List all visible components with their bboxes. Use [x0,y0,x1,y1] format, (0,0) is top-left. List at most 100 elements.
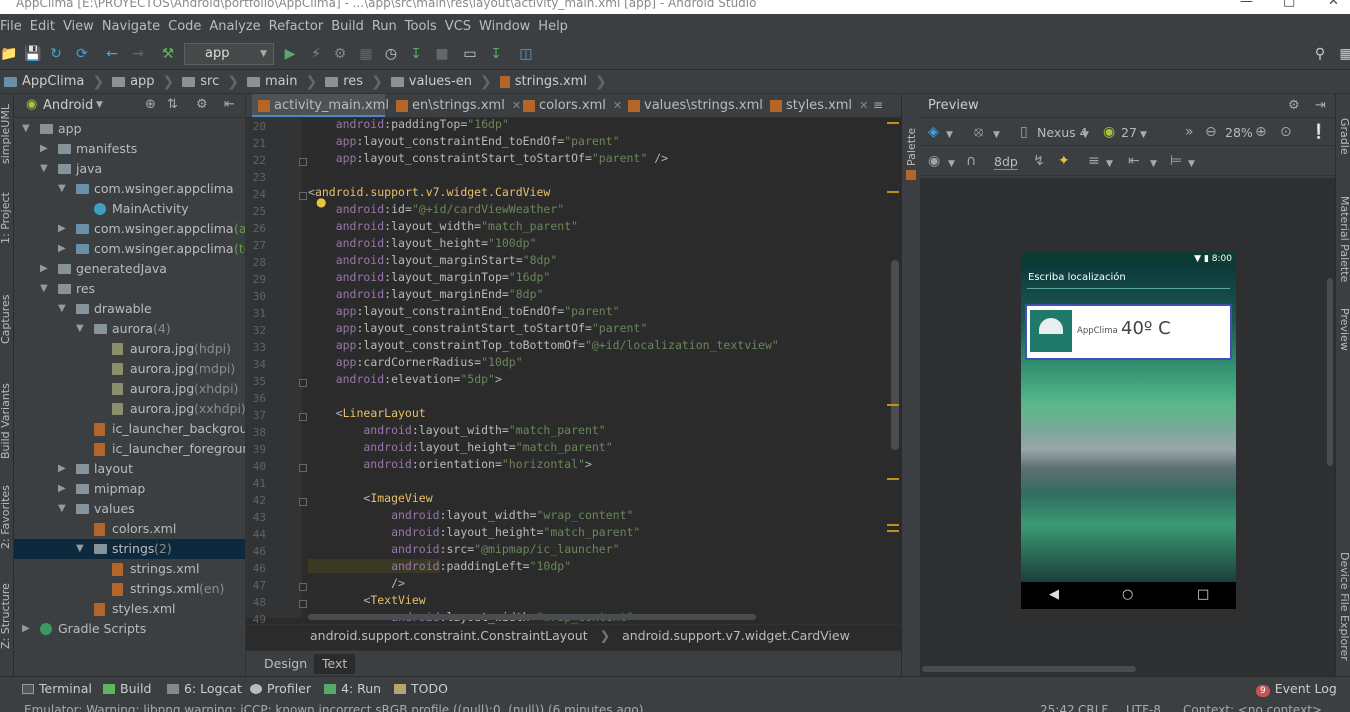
tree-item[interactable]: ▶ com.wsinger.appclima (test) [14,239,245,259]
zoom-in-icon[interactable]: ⊕ [1255,124,1267,140]
tab-styles[interactable]: styles.xml ✕ [764,94,868,117]
chevron-down-icon[interactable]: ▼ [58,299,68,319]
code-line[interactable]: app:cardCornerRadius="10dp" [308,355,523,369]
avd-manager-icon[interactable]: ▭ [462,46,478,62]
profile-icon[interactable]: ◷ [383,46,399,62]
layers-icon[interactable]: ◈ [928,124,939,140]
close-tab-icon[interactable]: ✕ [613,99,622,112]
preview-horizontal-scrollbar[interactable] [922,666,1136,672]
breadcrumb-item[interactable]: AppClima ❯ [0,74,108,90]
tree-item[interactable]: aurora.jpg (xxhdpi) [14,399,245,419]
home-nav-icon[interactable]: ○ [1122,588,1133,602]
context-indicator[interactable]: Context: <no context> [1183,704,1322,712]
project-view-dropdown[interactable]: Android [43,98,93,113]
make-project-icon[interactable]: ⚒ [160,46,176,62]
code-line[interactable]: /> [308,576,405,590]
save-icon[interactable]: 💾 [24,46,41,62]
tree-item[interactable]: ▶ manifests [14,139,245,159]
code-line[interactable]: android:orientation="horizontal"> [308,457,592,471]
chevron-down-icon[interactable]: ▼ [22,119,32,139]
code-line[interactable]: android:id="@+id/cardViewWeather" [308,202,565,216]
breadcrumb-item[interactable]: res ❯ [321,74,387,90]
chevron-down-icon[interactable]: ▼ [58,179,68,199]
menu-run[interactable]: Run [372,19,397,34]
menu-window[interactable]: Window [479,19,530,34]
chevron-down-icon[interactable]: ▼ [96,100,103,110]
code-line[interactable]: android:layout_marginTop="16dp" [308,270,551,284]
gear-icon[interactable]: ⚙ [196,97,208,112]
error-stripe-mark[interactable] [887,478,899,480]
code-line[interactable]: app:layout_constraintStart_toStartOf="pa… [308,151,668,165]
tree-item[interactable]: ▼ aurora (4) [14,319,245,339]
todo-button[interactable]: TODO [394,681,448,697]
tree-item[interactable]: MainActivity [14,199,245,219]
menu-vcs[interactable]: VCS [445,19,471,34]
menu-tools[interactable]: Tools [405,19,437,34]
tree-item[interactable]: ▼ com.wsinger.appclima [14,179,245,199]
tool-window-palette[interactable]: Palette [905,128,918,166]
tree-item[interactable]: ▶ Gradle Scripts [14,619,245,639]
status-message[interactable]: Emulator: Warning: libpng warning: iCCP:… [24,704,643,712]
minimize-icon[interactable]: — [1240,0,1253,8]
tab-design[interactable]: Design [256,654,315,674]
default-margin[interactable]: 8dp [994,154,1018,170]
editor-horizontal-scrollbar[interactable] [308,614,756,620]
api-level-selector[interactable]: 27 [1121,125,1137,140]
chevron-down-icon[interactable]: ▼ [1150,156,1157,172]
breadcrumb-item[interactable]: strings.xml ❯ [496,74,611,90]
code-line[interactable]: android:layout_width="match_parent" [308,219,578,233]
code-line[interactable]: android:paddingLeft="10dp" [308,559,571,573]
code-line[interactable]: app:layout_constraintTop_toBottomOf="@+i… [308,338,779,352]
code-line[interactable]: android:layout_height="match_parent" [308,525,640,539]
recents-nav-icon[interactable]: □ [1197,588,1209,602]
profiler-button[interactable]: Profiler [250,681,311,697]
tool-window-captures[interactable]: Captures [0,295,12,344]
tree-item[interactable]: strings.xml [14,559,245,579]
code-line[interactable]: android:layout_width="wrap_content" [308,508,633,522]
pack-icon[interactable]: ≡ [1088,153,1100,169]
xml-breadcrumb-item[interactable]: android.support.constraint.ConstraintLay… [310,628,588,643]
zoom-fit-icon[interactable]: ⊙ [1280,124,1292,140]
fold-marker-icon[interactable] [299,600,307,608]
run-icon[interactable]: ▶ [282,46,298,62]
maximize-icon[interactable]: □ [1283,0,1295,8]
menu-analyze[interactable]: Analyze [209,19,260,34]
close-icon[interactable]: ✕ [1328,0,1339,8]
fold-marker-icon[interactable] [299,413,307,421]
attach-debugger-icon[interactable]: ▦ [358,46,374,62]
chevron-right-icon[interactable]: ▶ [40,259,50,279]
collapse-icon[interactable]: ⇅ [167,97,178,112]
lightbulb-icon[interactable]: ● [316,195,326,209]
tree-item[interactable]: ▼ strings (2) [14,539,245,559]
back-icon[interactable]: ← [104,46,120,62]
tab-values-strings[interactable]: values\strings.xml✕ [622,94,779,117]
build-button[interactable]: Build [103,681,151,697]
close-tab-icon[interactable]: ✕ [859,99,868,112]
tree-item[interactable]: aurora.jpg (xhdpi) [14,379,245,399]
menu-navigate[interactable]: Navigate [102,19,160,34]
code-line[interactable]: android:elevation="5dp"> [308,372,502,386]
error-stripe-mark[interactable] [887,191,899,193]
code-line[interactable]: <ImageView [308,491,432,505]
locate-icon[interactable]: ⊕ [145,97,156,112]
error-stripe-mark[interactable] [887,530,899,532]
logcat-button[interactable]: 6: Logcat [167,681,242,697]
breadcrumb-item[interactable]: app ❯ [108,74,178,90]
guidelines-icon[interactable]: ⊨ [1170,153,1182,169]
breadcrumb-item[interactable]: src ❯ [178,74,243,90]
tree-item[interactable]: ▶ generatedJava [14,259,245,279]
tree-item[interactable]: strings.xml (en) [14,579,245,599]
run-config-dropdown[interactable]: app ▼ [184,43,274,65]
chevron-down-icon[interactable]: ▼ [993,127,1000,143]
apply-changes-icon[interactable]: ⚡ [308,46,324,62]
breadcrumb-item[interactable]: main ❯ [243,74,321,90]
magnet-icon[interactable]: ∩ [966,153,976,169]
tool-window-structure[interactable]: Z: Structure [0,583,12,649]
menu-build[interactable]: Build [331,19,364,34]
tree-item[interactable]: ▼ values [14,499,245,519]
code-line[interactable]: android:layout_width="match_parent" [308,423,605,437]
clear-constraints-icon[interactable]: ↯ [1033,153,1045,169]
caret-position[interactable]: 25:42 [1040,704,1075,712]
chevron-right-icon[interactable]: ▶ [58,219,68,239]
chevron-down-icon[interactable]: ▼ [1188,156,1195,172]
